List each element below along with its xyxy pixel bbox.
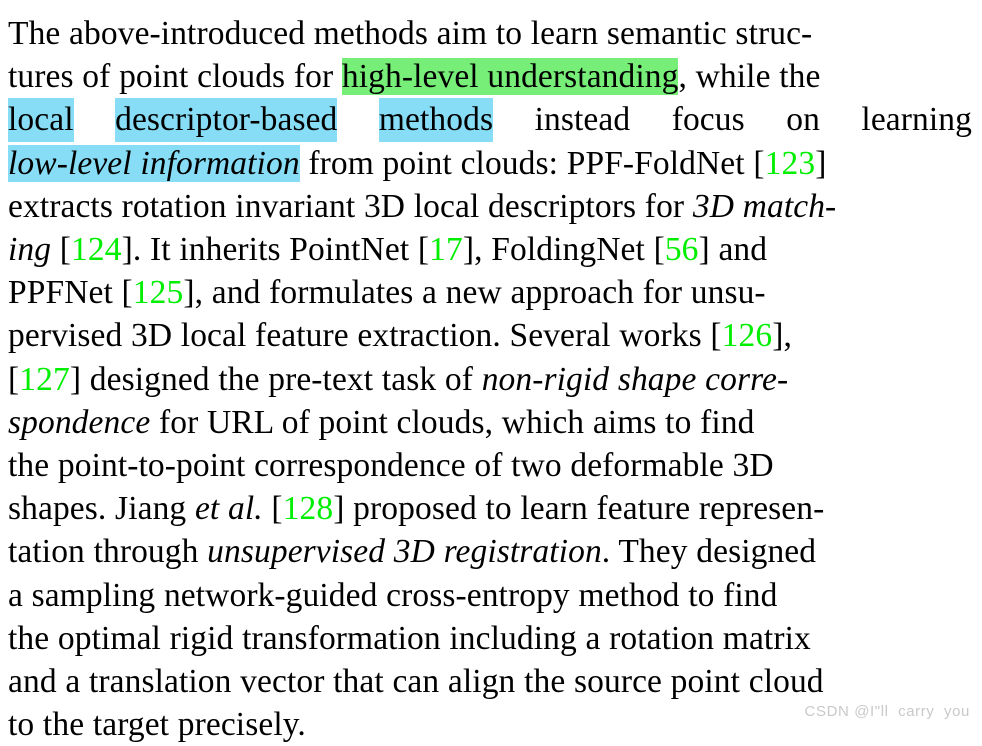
body-text-run: ] (815, 144, 827, 182)
body-text-run: shapes. Jiang (8, 490, 195, 528)
body-text-run: [ (8, 360, 20, 398)
paragraph-line: The above-introduced methods aim to lear… (8, 12, 972, 55)
body-text-run: ]. It inherits PointNet [ (121, 231, 430, 269)
citation-number: 126 (721, 317, 773, 355)
blue-highlight-text: descriptor-based (115, 98, 338, 142)
body-text-run: PPFNet [ (8, 274, 133, 312)
body-text-run: ], FoldingNet [ (462, 231, 665, 269)
citation-number: 123 (764, 144, 816, 182)
body-text-run: ], and formulates a new approach for uns… (183, 274, 766, 312)
italic-term: et al. (194, 490, 263, 528)
body-text-run: pervised 3D local feature extraction. Se… (8, 317, 722, 355)
paragraph-line: local descriptor-based methods instead focus… (8, 98, 972, 142)
italic-term: non-rigid shape corre- (481, 360, 789, 398)
body-text-run: on (786, 101, 820, 139)
paragraph-line: the point-to-point correspondence of two… (8, 444, 972, 487)
green-highlight-text: high-level understanding (341, 58, 679, 96)
csdn-watermark: CSDN @I"ll carry you (804, 703, 970, 720)
paragraph-line: and a translation vector that can align … (8, 660, 972, 703)
paragraph-line: spondence for URL of point clouds, which… (8, 401, 972, 444)
italic-term: unsupervised 3D registration (207, 533, 602, 571)
body-text-run: the optimal rigid transformation includi… (8, 619, 811, 657)
body-text-run: , while the (678, 58, 821, 96)
body-text-run: instead (534, 101, 631, 139)
body-text-run: learning (861, 101, 972, 139)
citation-number: 56 (664, 231, 699, 269)
blue-highlight-text: local (8, 98, 74, 142)
paragraph-body: The above-introduced methods aim to lear… (8, 12, 972, 746)
paragraph-line: the optimal rigid transformation includi… (8, 617, 972, 660)
body-text-run: . They designed (601, 533, 817, 571)
italic-term: ing (8, 231, 52, 269)
italic-term: 3D match- (692, 187, 837, 225)
paragraph-line: a sampling network-guided cross-entropy … (8, 574, 972, 617)
body-text-run: tures of point clouds for (8, 58, 342, 96)
paragraph-line: tures of point clouds for high-level und… (8, 55, 972, 98)
body-text-run: extracts rotation invariant 3D local des… (8, 187, 693, 225)
paragraph-line: PPFNet [125], and formulates a new appro… (8, 271, 972, 314)
body-text-run: tation through (8, 533, 208, 571)
body-text-run: and a translation vector that can align … (8, 663, 824, 701)
paragraph-line: [127] designed the pre-text task of non-… (8, 358, 972, 401)
body-text-run: from point clouds: PPF-FoldNet [ (299, 144, 765, 182)
body-text-run: ] designed the pre-text task of (69, 360, 482, 398)
paragraph-line: ing [124]. It inherits PointNet [17], Fo… (8, 228, 972, 271)
body-text-run: to the target precisely. (8, 706, 306, 744)
body-text-run: ] proposed to learn feature represen- (333, 490, 825, 528)
citation-number: 124 (71, 231, 122, 269)
body-text-run: ] and (698, 231, 768, 269)
paragraph-line: shapes. Jiang et al. [128] proposed to l… (8, 487, 972, 530)
paragraph-line: pervised 3D local feature extraction. Se… (8, 314, 972, 357)
citation-number: 127 (19, 360, 70, 398)
blue-highlight-text: methods (378, 98, 494, 142)
body-text-run: ], (772, 317, 792, 355)
body-text-run: [ (262, 490, 283, 528)
citation-number: 125 (132, 274, 184, 312)
citation-number: 128 (282, 490, 334, 528)
paragraph-line: tation through unsupervised 3D registrat… (8, 530, 972, 573)
paragraph-line: low-level information from point clouds:… (8, 142, 972, 185)
body-text-run: The above-introduced methods aim to lear… (8, 15, 813, 52)
citation-number: 17 (429, 231, 463, 269)
italic-term: spondence (8, 403, 151, 441)
paragraph-line: extracts rotation invariant 3D local des… (8, 185, 972, 228)
paper-paragraph-pane: The above-introduced methods aim to lear… (0, 0, 982, 743)
body-text-run: a sampling network-guided cross-entropy … (8, 576, 778, 614)
body-text-run: the point-to-point correspondence of two… (8, 447, 774, 485)
body-text-run: for URL of point clouds, which aims to f… (150, 403, 755, 441)
body-text-run: focus (671, 101, 745, 139)
blue-highlight-text: low-level information (8, 144, 300, 182)
body-text-run: [ (51, 231, 72, 269)
